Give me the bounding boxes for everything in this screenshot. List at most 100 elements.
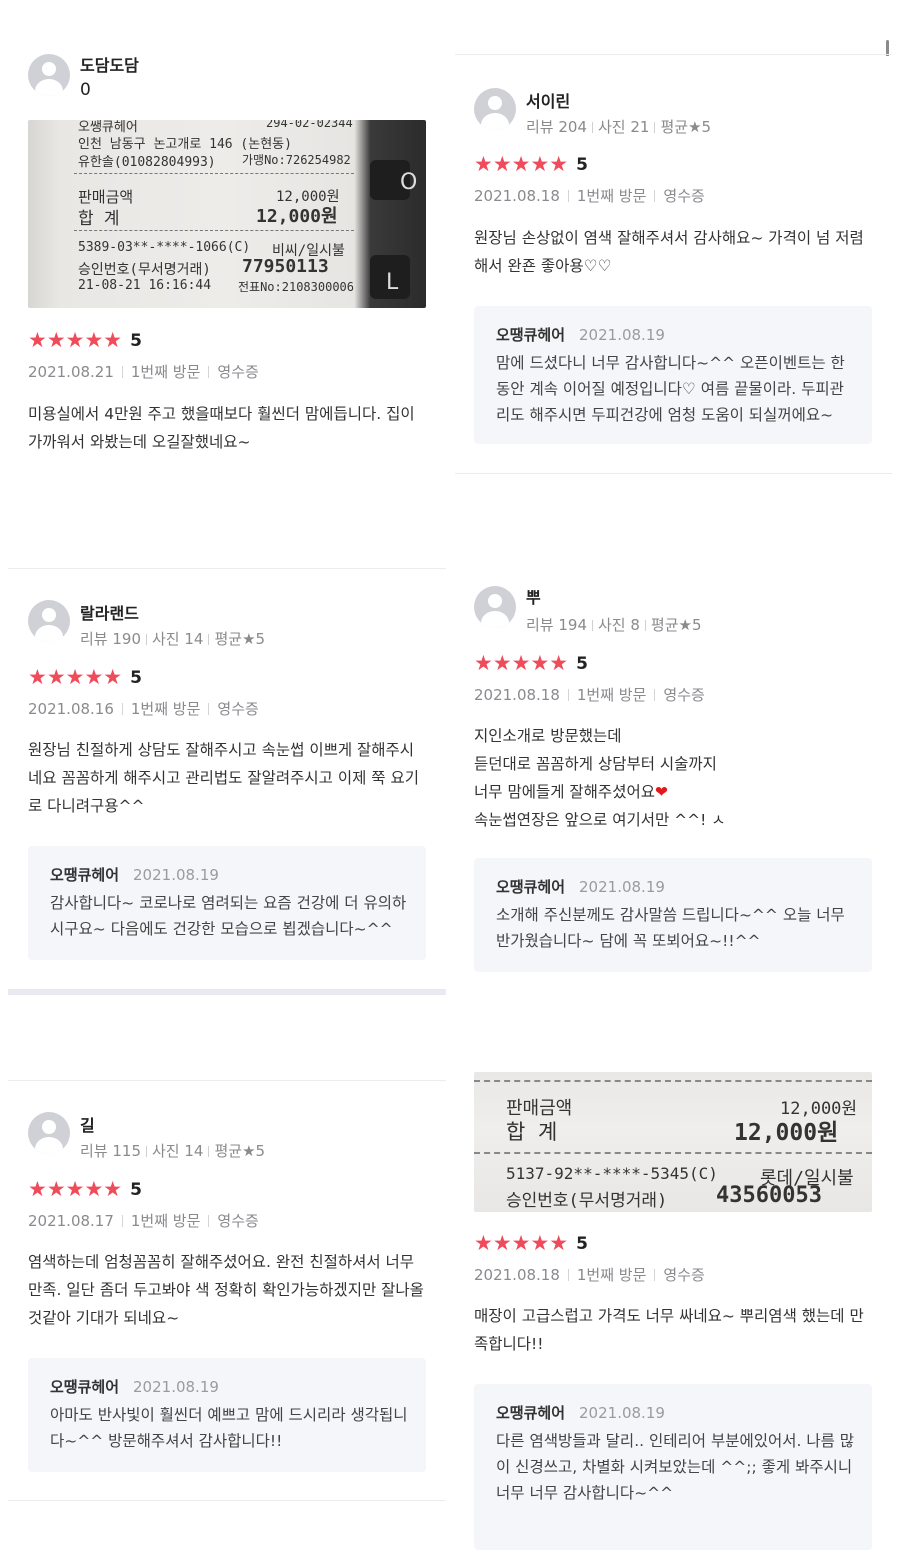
receipt-approval-value: 43560053 <box>716 1183 822 1208</box>
reply-date: 2021.08.19 <box>579 326 665 344</box>
review-card: 서이린 리뷰 204 사진 21 평균★5 ★★★★★ 5 2021.08.18 1번… <box>450 56 900 472</box>
reply-author[interactable]: 오땡큐헤어 <box>496 326 565 344</box>
receipt-owner: 유한솔(01082804993) <box>78 155 216 170</box>
avatar[interactable] <box>474 88 516 130</box>
review-date: 2021.08.21 <box>28 363 114 381</box>
rating-score: 5 <box>130 1179 142 1200</box>
visit-count: 1번째 방문 <box>576 187 647 205</box>
receipt-badge[interactable]: 영수증 <box>663 1266 704 1284</box>
reviewer-nickname[interactable]: 도담도담 <box>80 52 139 76</box>
review-text: 지인소개로 방문했는데 듣던대로 꼼꼼하게 상담부터 시술까지 너무 맘에들게 … <box>474 722 874 834</box>
rating-score: 5 <box>576 154 588 175</box>
receipt-total-value: 12,000원 <box>734 1120 839 1146</box>
rating: ★★★★★ 5 <box>474 154 588 175</box>
owner-reply: 오땡큐헤어 2021.08.19 아마도 반사빛이 훨씬더 예쁘고 맘에 드시리라… <box>28 1358 426 1472</box>
review-line: 듣던대로 꼼꼼하게 상담부터 시술까지 <box>474 755 717 773</box>
receipt-badge[interactable]: 영수증 <box>217 700 258 718</box>
reply-author[interactable]: 오땡큐헤어 <box>496 878 565 896</box>
photo-count: 사진 14 <box>152 630 204 648</box>
star-rating-icon: ★★★★★ <box>28 665 123 689</box>
visit-count: 1번째 방문 <box>130 1212 201 1230</box>
average-rating: 평균★5 <box>660 118 712 136</box>
star-rating-icon: ★★★★★ <box>474 1231 569 1255</box>
reply-author[interactable]: 오땡큐헤어 <box>50 866 119 884</box>
review-date: 2021.08.17 <box>28 1212 114 1230</box>
review-line: 속눈썹연장은 앞으로 여기서만 ^^! ㅅ <box>474 811 726 829</box>
receipt-badge[interactable]: 영수증 <box>663 686 704 704</box>
review-text: 미용실에서 4만원 주고 했을때보다 훨씬더 맘에듭니다. 집이 가까워서 와봤… <box>28 405 415 451</box>
review-line: 너무 맘에들게 잘해주셨어요❤ <box>474 783 668 801</box>
visit-count: 1번째 방문 <box>130 363 201 381</box>
divider <box>8 1500 446 1501</box>
reply-date: 2021.08.19 <box>133 1378 219 1396</box>
reviewer-stats: 리뷰 115 사진 14 평균★5 <box>80 1140 265 1161</box>
rating-score: 5 <box>130 330 142 351</box>
reviewer-nickname[interactable]: 서이린 <box>526 88 570 112</box>
avatar[interactable] <box>28 1112 70 1154</box>
avatar[interactable] <box>28 54 70 96</box>
reply-date: 2021.08.19 <box>579 1404 665 1422</box>
average-rating: 평균★5 <box>214 630 266 648</box>
reviewer-nickname[interactable]: 길 <box>80 1112 95 1136</box>
reviewer-nickname[interactable]: 랄라랜드 <box>80 600 139 624</box>
reviewer-stats: 리뷰 190 사진 14 평균★5 <box>80 628 265 649</box>
visit-count: 1번째 방문 <box>130 700 201 718</box>
reply-author[interactable]: 오땡큐헤어 <box>496 1404 565 1422</box>
review-card: 도담도담 0 O L 오쌩큐헤어 294-02-02344 인천 남동구 논고개… <box>0 0 450 540</box>
owner-reply: 오땡큐헤어 2021.08.19 감사합니다~ 코로나로 염려되는 요즘 건강에 … <box>28 846 426 960</box>
star-rating-icon: ★★★★★ <box>474 651 569 675</box>
star-rating-icon: ★★★★★ <box>28 1177 123 1201</box>
receipt-datetime: 21-08-21 16:16:44 <box>78 278 212 293</box>
receipt-card: 5389-03**-****-1066(C) <box>78 240 251 255</box>
receipt-total-label: 합 계 <box>78 209 120 229</box>
receipt-badge[interactable]: 영수증 <box>217 1212 258 1230</box>
average-rating: 평균★5 <box>214 1142 266 1160</box>
receipt-slip-no: 전표No:2108300006 <box>238 280 355 294</box>
review-meta: 2021.08.17 1번째 방문 영수증 <box>28 1210 259 1231</box>
star-rating-icon: ★★★★★ <box>474 152 569 176</box>
rating-score: 5 <box>576 653 588 674</box>
review-count: 리뷰 115 <box>80 1142 141 1160</box>
review-date: 2021.08.18 <box>474 187 560 205</box>
receipt-address: 인천 남동구 논고개로 146 (논현동) <box>78 137 292 152</box>
reply-author[interactable]: 오땡큐헤어 <box>50 1378 119 1396</box>
reviewer-count: 0 <box>80 80 91 100</box>
receipt-total-label: 합 계 <box>506 1120 558 1144</box>
receipt-badge[interactable]: 영수증 <box>217 363 258 381</box>
review-card: 판매금액 12,000원 합 계 12,000원 5137-92**-****-… <box>450 1072 900 1554</box>
receipt-photo[interactable]: 판매금액 12,000원 합 계 12,000원 5137-92**-****-… <box>474 1072 872 1212</box>
avatar[interactable] <box>28 600 70 642</box>
visit-count: 1번째 방문 <box>576 1266 647 1284</box>
receipt-approval-value: 77950113 <box>242 256 329 277</box>
reply-text: 다른 염색방들과 달리.. 인테리어 부분에있어서. 나름 많이 신경쓰고, 차… <box>496 1432 855 1502</box>
receipt-approval-label: 승인번호(무서명거래) <box>78 262 211 278</box>
review-date: 2021.08.16 <box>28 700 114 718</box>
reviewer-stats: 리뷰 204 사진 21 평균★5 <box>526 116 711 137</box>
divider <box>8 1080 446 1081</box>
rating: ★★★★★ 5 <box>474 1233 588 1254</box>
review-card: 랄라랜드 리뷰 190 사진 14 평균★5 ★★★★★ 5 2021.08.16 1… <box>0 570 450 986</box>
star-rating-icon: ★★★★★ <box>28 328 123 352</box>
owner-reply: 오땡큐헤어 2021.08.19 다른 염색방들과 달리.. 인테리어 부분에있어… <box>474 1384 872 1550</box>
photo-count: 사진 14 <box>152 1142 204 1160</box>
review-meta: 2021.08.16 1번째 방문 영수증 <box>28 698 259 719</box>
reviewer-nickname[interactable]: 뿌 <box>526 584 541 608</box>
avatar[interactable] <box>474 586 516 628</box>
review-text: 원장님 친절하게 상담도 잘해주시고 속눈썹 이쁘게 잘해주시네요 꼼꼼하게 해… <box>28 741 419 815</box>
receipt-photo[interactable]: O L 오쌩큐헤어 294-02-02344 인천 남동구 논고개로 146 (… <box>28 120 426 308</box>
review-count: 리뷰 194 <box>526 616 587 634</box>
photo-count: 사진 8 <box>598 616 640 634</box>
receipt-biz-no: 294-02-02344 <box>266 120 353 130</box>
review-meta: 2021.08.18 1번째 방문 영수증 <box>474 684 705 705</box>
receipt-badge[interactable]: 영수증 <box>663 187 704 205</box>
photo-count: 사진 21 <box>598 118 650 136</box>
reply-date: 2021.08.19 <box>133 866 219 884</box>
rating: ★★★★★ 5 <box>28 330 142 351</box>
receipt-total-value: 12,000원 <box>256 206 338 227</box>
visit-count: 1번째 방문 <box>576 686 647 704</box>
receipt-merchant-no: 가맹No:726254982 <box>242 153 351 167</box>
review-card: 뿌 리뷰 194 사진 8 평균★5 ★★★★★ 5 2021.08.18 1번째 방… <box>450 570 900 990</box>
receipt-card: 5137-92**-****-5345(C) <box>506 1164 718 1183</box>
owner-reply: 오땡큐헤어 2021.08.19 맘에 드셨다니 너무 감사합니다~^^ 오픈이벤… <box>474 306 872 444</box>
heart-icon: ❤ <box>654 783 668 801</box>
